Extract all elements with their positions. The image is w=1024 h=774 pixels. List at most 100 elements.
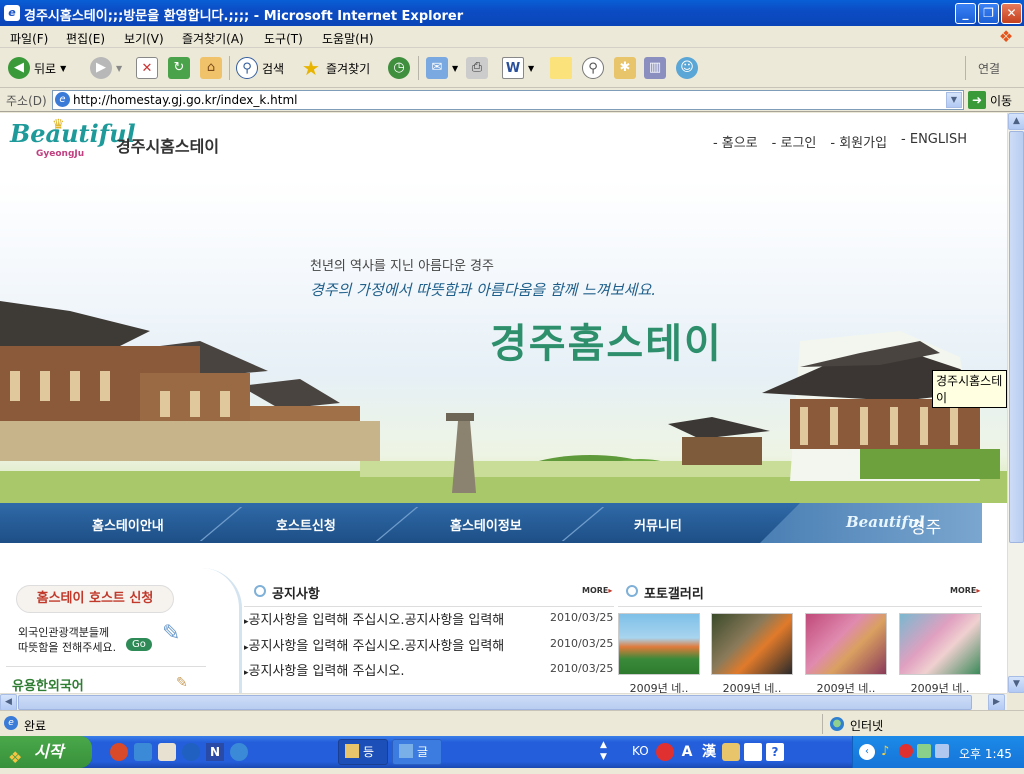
stop-icon: ✕ — [136, 57, 158, 79]
menu-edit[interactable]: 편집(E) — [66, 30, 105, 47]
separator — [965, 56, 966, 80]
restore-button[interactable]: ❐ — [978, 3, 999, 24]
nav-join-link[interactable]: - 회원가입 — [830, 132, 887, 151]
taskbar-scroll-arrows[interactable]: ▲ ▼ — [600, 739, 607, 763]
notice-item[interactable]: ▸공지사항을 입력해 주십시오. 2010/03/25 — [244, 660, 614, 679]
menu-favorites[interactable]: 즐겨찾기(A) — [182, 30, 244, 47]
help-icon[interactable]: ? — [766, 743, 784, 761]
start-button[interactable]: ❖ 시작 — [0, 736, 92, 768]
notice-more-link[interactable]: MORE▸ — [582, 586, 612, 595]
dropdown-arrow-icon[interactable]: ▼ — [452, 64, 458, 73]
pencil-icon[interactable] — [158, 743, 176, 761]
logo-text-ko: 경주시홈스테이 — [116, 137, 220, 156]
taskbar-window-button[interactable]: 글 — [392, 739, 442, 765]
ie-page-icon: e — [55, 92, 70, 107]
ime-icon[interactable] — [656, 743, 674, 761]
nav-homestay-guide[interactable]: 홈스테이안내 — [92, 515, 164, 534]
library-button[interactable]: ▥ — [644, 55, 666, 81]
edit-button[interactable]: W ▼ — [502, 55, 534, 81]
dropdown-arrow-icon[interactable]: ▼ — [528, 64, 534, 73]
scroll-right-icon[interactable]: ▶ — [988, 694, 1005, 711]
separator — [229, 56, 230, 80]
shield-icon[interactable] — [110, 743, 128, 761]
hero-tagline: 천년의 역사를 지닌 아름다운 경주 — [310, 259, 494, 274]
menu-help[interactable]: 도움말(H) — [322, 30, 374, 47]
mail-button[interactable]: ✉ ▼ — [426, 55, 458, 81]
history-button[interactable]: ◷ — [388, 55, 410, 81]
forward-button[interactable]: ▶ ▼ — [90, 55, 122, 81]
window-titlebar[interactable]: e 경주시홈스테이;;;방문을 환영합니다.;;;; - Microsoft I… — [0, 0, 1024, 26]
useful-language-link[interactable]: 유용한외국어 — [12, 675, 84, 693]
keyboard-icon[interactable] — [744, 743, 762, 761]
close-button[interactable]: ✕ — [1001, 3, 1022, 24]
go-small-button[interactable]: Go — [126, 638, 152, 651]
search-button[interactable]: ⚲ 검색 — [236, 55, 284, 81]
notice-item[interactable]: ▸공지사항을 입력해 주십시오.공지사항을 입력해 2010/03/25 — [244, 609, 614, 628]
scroll-up-icon[interactable]: ▲ — [1008, 113, 1024, 130]
ime-pad-icon[interactable] — [722, 743, 740, 761]
bell-icon[interactable]: ♪ — [881, 744, 889, 759]
nav-home-link[interactable]: - 홈으로 — [713, 132, 758, 151]
gallery-photo[interactable] — [899, 613, 981, 675]
media-icon[interactable] — [182, 743, 200, 761]
discuss-button[interactable] — [550, 55, 572, 81]
nav-login-link[interactable]: - 로그인 — [772, 132, 817, 151]
favorites-button[interactable]: ★ 즐겨찾기 — [300, 55, 370, 81]
home-button[interactable]: ⌂ — [200, 55, 222, 81]
scroll-left-icon[interactable]: ◀ — [0, 694, 17, 711]
back-button[interactable]: ◀ 뒤로 ▼ — [8, 55, 66, 81]
nav-english-link[interactable]: - ENGLISH — [901, 132, 967, 151]
alert-icon[interactable] — [899, 744, 913, 758]
nav-homestay-info[interactable]: 홈스테이정보 — [450, 515, 522, 534]
address-dropdown-icon[interactable]: ▼ — [946, 92, 962, 108]
vertical-scrollbar[interactable]: ▲ ▼ — [1007, 113, 1024, 693]
language-indicator[interactable]: KO — [632, 744, 649, 758]
notice-item[interactable]: ▸공지사항을 입력해 주십시오.공지사항을 입력해 2010/03/25 — [244, 635, 614, 654]
address-input[interactable]: e http://homestay.gj.go.kr/index_k.html … — [52, 90, 964, 110]
browser-icon[interactable] — [134, 743, 152, 761]
stop-button[interactable]: ✕ — [136, 55, 158, 81]
safely-remove-icon[interactable] — [917, 744, 931, 758]
clock[interactable]: 오후 1:45 — [959, 745, 1012, 762]
minimize-button[interactable]: _ — [955, 3, 976, 24]
divider — [6, 666, 206, 667]
gallery-caption: 2009년 네.. — [722, 682, 782, 693]
gallery-photo[interactable] — [711, 613, 793, 675]
toolbar: ◀ 뒤로 ▼ ▶ ▼ ✕ ↻ ⌂ ⚲ 검색 ★ 즐겨찾기 ◷ ✉ ▼ ⎙ W ▼ ⚲… — [0, 48, 1024, 88]
host-apply-button[interactable]: 홈스테이 호스트 신청 — [16, 585, 174, 613]
ie-quick-icon[interactable] — [230, 743, 248, 761]
hscrollbar-thumb[interactable] — [18, 695, 972, 710]
addon-button[interactable]: ✱ — [614, 55, 636, 81]
dropdown-arrow-icon[interactable]: ▼ — [116, 64, 122, 73]
taskbar-window-button[interactable]: 등 — [338, 739, 388, 765]
alpha-mode-icon[interactable]: A — [678, 743, 696, 761]
links-button[interactable]: 연결 — [978, 55, 1000, 81]
dropdown-arrow-icon[interactable]: ▼ — [60, 64, 66, 73]
messenger-button[interactable]: ☺ — [676, 55, 698, 81]
tray-expand-icon[interactable]: ‹ — [859, 744, 875, 760]
nav-host-apply[interactable]: 호스트신청 — [276, 515, 336, 534]
notice-bullet-icon — [254, 585, 266, 597]
research-button[interactable]: ⚲ — [582, 55, 604, 81]
refresh-button[interactable]: ↻ — [168, 55, 190, 81]
menu-tools[interactable]: 도구(T) — [264, 30, 303, 47]
menu-file[interactable]: 파일(F) — [10, 30, 48, 47]
gallery-photo[interactable] — [618, 613, 700, 675]
menu-view[interactable]: 보기(V) — [124, 30, 164, 47]
scrollbar-thumb[interactable] — [1009, 131, 1024, 543]
search-icon: ⚲ — [236, 57, 258, 79]
history-icon: ◷ — [388, 57, 410, 79]
nav-community[interactable]: 커뮤니티 — [634, 515, 682, 534]
go-button[interactable]: ➜ 이동 — [968, 91, 1012, 109]
word-icon: W — [502, 57, 524, 79]
print-button[interactable]: ⎙ — [466, 55, 488, 81]
hero-subtitle: 경주의 가정에서 따뜻함과 아름다움을 함께 느껴보세요. — [310, 281, 657, 299]
gallery-more-link[interactable]: MORE▸ — [950, 586, 980, 595]
horizontal-scrollbar[interactable]: ◀ ▶ — [0, 693, 1007, 711]
logo-subtitle: GyeongJu — [36, 149, 85, 159]
network-icon[interactable] — [935, 744, 949, 758]
n-app-icon[interactable]: N — [206, 743, 224, 761]
scroll-down-icon[interactable]: ▼ — [1008, 676, 1024, 693]
hanja-mode-icon[interactable]: 漢 — [700, 743, 718, 761]
gallery-photo[interactable] — [805, 613, 887, 675]
